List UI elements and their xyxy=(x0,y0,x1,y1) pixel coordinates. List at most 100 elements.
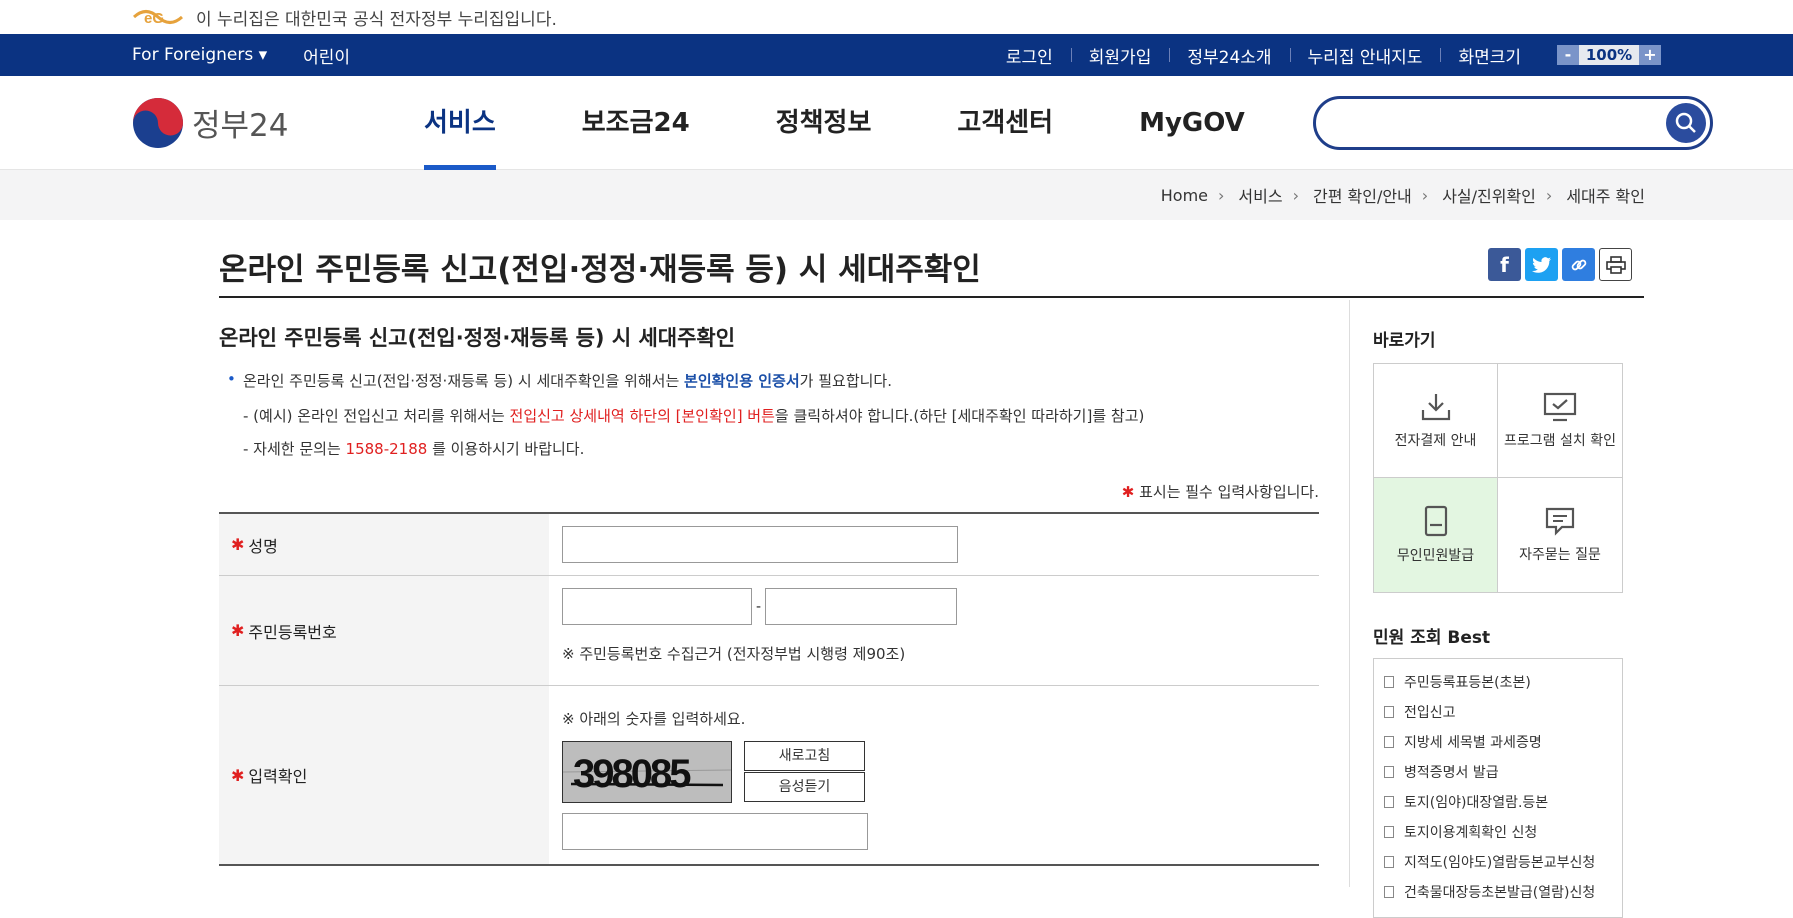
share-buttons: f xyxy=(1484,248,1632,281)
sitemap-link[interactable]: 누리집 안내지도 xyxy=(1289,43,1441,68)
print-icon[interactable] xyxy=(1599,248,1632,281)
contact-note-text: - 자세한 문의는 xyxy=(243,440,346,458)
captcha-image: 398085 xyxy=(562,741,732,803)
breadcrumb: Home › 서비스 › 간편 확인/안내 › 사실/진위확인 › 세대주 확인 xyxy=(0,170,1793,220)
menu-customer-center[interactable]: 고객센터 xyxy=(957,76,1053,170)
search-button[interactable] xyxy=(1666,103,1706,143)
brand-logo[interactable]: 정부24 xyxy=(132,97,424,149)
required-asterisk-icon: ✱ xyxy=(231,535,245,554)
sidebar: 바로가기 전자결제 안내 프로그램 설치 확인 무인민원발급 자주묻는 질문 민… xyxy=(1373,300,1623,918)
rrn-dash: - xyxy=(756,598,762,615)
chevron-right-icon: › xyxy=(1218,185,1225,205)
breadcrumb-home[interactable]: Home xyxy=(1161,186,1208,205)
quick-kiosk-label: 무인민원발급 xyxy=(1396,548,1475,564)
example-note-end: 을 클릭하셔야 합니다.(하단 [세대주확인 따라하기]를 참고) xyxy=(774,407,1145,425)
captcha-input[interactable] xyxy=(562,813,868,850)
top-utility-bar: For Foreigners ▾ 어린이 로그인 회원가입 정부24소개 누리집… xyxy=(0,34,1793,76)
document-icon xyxy=(1384,796,1394,808)
svg-text:eG: eG xyxy=(144,10,164,27)
quick-payment-guide[interactable]: 전자결제 안내 xyxy=(1374,364,1498,478)
for-foreigners-link[interactable]: For Foreigners ▾ xyxy=(132,45,267,65)
brand-name: 정부24 xyxy=(192,108,289,144)
menu-policy[interactable]: 정책정보 xyxy=(776,76,872,170)
chevron-right-icon: › xyxy=(1421,185,1429,205)
quick-links: 전자결제 안내 프로그램 설치 확인 무인민원발급 자주묻는 질문 xyxy=(1373,363,1623,593)
gov-banner-text: 이 누리집은 대한민국 공식 전자정부 누리집입니다. xyxy=(196,9,557,30)
name-label: ✱ 성명 xyxy=(219,514,549,575)
best-list: 주민등록표등본(초본) 전입신고 지방세 세목별 과세증명 병적증명서 발급 토… xyxy=(1373,658,1623,918)
search-input[interactable] xyxy=(1336,99,1666,145)
list-item-label: 토지이용계획확인 신청 xyxy=(1404,825,1538,841)
list-item[interactable]: 토지(임야)대장열람.등본 xyxy=(1384,787,1612,817)
list-item[interactable]: 지방세 세목별 과세증명 xyxy=(1384,727,1612,757)
chat-bubble-icon xyxy=(1545,507,1575,536)
rrn-label-text: 주민등록번호 xyxy=(248,622,337,642)
captcha-label: ✱ 입력확인 xyxy=(219,686,549,864)
rrn-front-input[interactable] xyxy=(562,588,752,625)
menu-subsidy[interactable]: 보조금24 xyxy=(582,76,690,170)
facebook-icon[interactable]: f xyxy=(1488,248,1521,281)
example-note: - (예시) 온라인 전입신고 처리를 위해서는 전입신고 상세내역 하단의 [… xyxy=(219,405,1319,426)
quick-faq-label: 자주묻는 질문 xyxy=(1519,547,1601,563)
zoom-out-button[interactable]: - xyxy=(1557,45,1579,65)
document-icon xyxy=(1384,826,1394,838)
egov-logo-icon: eG xyxy=(132,10,184,27)
info-text-end: 가 필요합니다. xyxy=(799,372,892,390)
zoom-level: 100% xyxy=(1579,45,1639,65)
signup-link[interactable]: 회원가입 xyxy=(1070,43,1170,68)
rrn-back-input[interactable] xyxy=(765,588,958,625)
quick-program-install-label: 프로그램 설치 확인 xyxy=(1504,432,1616,449)
breadcrumb-verification[interactable]: 사실/진위확인 xyxy=(1442,183,1536,207)
name-input[interactable] xyxy=(562,526,958,563)
menu-mygov[interactable]: MyGOV xyxy=(1139,76,1245,170)
breadcrumb-current: 세대주 확인 xyxy=(1566,187,1645,206)
main-nav: 정부24 서비스 보조금24 정책정보 고객센터 MyGOV xyxy=(0,76,1793,170)
search-box xyxy=(1313,96,1713,150)
quick-faq[interactable]: 자주묻는 질문 xyxy=(1498,478,1622,592)
contact-phone: 1588-2188 xyxy=(345,440,428,458)
zoom-control: - 100% + xyxy=(1557,45,1661,65)
sidebar-divider xyxy=(1349,300,1350,887)
kiosk-icon xyxy=(1424,505,1447,537)
breadcrumb-service[interactable]: 서비스 xyxy=(1238,183,1282,207)
twitter-icon[interactable] xyxy=(1525,248,1558,281)
form-row-captcha: ✱ 입력확인 ※ 아래의 숫자를 입력하세요. 398085 새로고침 음성듣기 xyxy=(219,686,1319,866)
list-item[interactable]: 전입신고 xyxy=(1384,697,1612,727)
list-item-label: 병적증명서 발급 xyxy=(1404,765,1499,781)
about-link[interactable]: 정부24소개 xyxy=(1169,43,1289,68)
list-item[interactable]: 주민등록표등본(초본) xyxy=(1384,667,1612,697)
info-text: 온라인 주민등록 신고(전입·정정·재등록 등) 시 세대주확인을 위해서는 xyxy=(243,372,685,390)
quick-kiosk[interactable]: 무인민원발급 xyxy=(1374,478,1498,592)
download-icon xyxy=(1421,393,1450,420)
section-title: 온라인 주민등록 신고(전입·정정·재등록 등) 시 세대주확인 xyxy=(219,326,736,350)
captcha-text: 398085 xyxy=(573,752,691,796)
monitor-check-icon xyxy=(1543,392,1577,421)
main-content: 온라인 주민등록 신고(전입·정정·재등록 등) 시 세대주확인 온라인 주민등… xyxy=(219,300,1319,866)
captcha-refresh-button[interactable]: 새로고침 xyxy=(744,741,865,771)
captcha-hint: ※ 아래의 숫자를 입력하세요. xyxy=(562,710,746,728)
required-note-text: 표시는 필수 입력사항입니다. xyxy=(1139,483,1319,501)
link-icon[interactable] xyxy=(1562,248,1595,281)
list-item[interactable]: 건축물대장등초본발급(열람)신청 xyxy=(1384,877,1612,907)
list-item[interactable]: 병적증명서 발급 xyxy=(1384,757,1612,787)
list-item[interactable]: 지적도(임야도)열람등본교부신청 xyxy=(1384,847,1612,877)
document-icon xyxy=(1384,856,1394,868)
taegeuk-logo-icon xyxy=(133,97,183,148)
captcha-audio-button[interactable]: 음성듣기 xyxy=(744,772,865,802)
list-item-label: 전입신고 xyxy=(1404,705,1456,721)
required-asterisk-icon: ✱ xyxy=(231,621,245,640)
list-item-label: 지방세 세목별 과세증명 xyxy=(1404,735,1542,751)
gov-banner: eG 이 누리집은 대한민국 공식 전자정부 누리집입니다. xyxy=(0,0,1793,34)
document-icon xyxy=(1384,706,1394,718)
contact-note-end: 를 이용하시기 바랍니다. xyxy=(427,440,585,458)
zoom-in-button[interactable]: + xyxy=(1639,45,1661,65)
menu-service[interactable]: 서비스 xyxy=(424,76,496,170)
breadcrumb-easy-check[interactable]: 간편 확인/안내 xyxy=(1313,183,1412,207)
search-icon xyxy=(1675,112,1696,133)
login-link[interactable]: 로그인 xyxy=(988,43,1071,68)
list-item[interactable]: 토지이용계획확인 신청 xyxy=(1384,817,1612,847)
kids-link[interactable]: 어린이 xyxy=(303,43,350,68)
quick-payment-guide-label: 전자결제 안내 xyxy=(1394,432,1477,449)
quick-program-install[interactable]: 프로그램 설치 확인 xyxy=(1498,364,1622,478)
document-icon xyxy=(1384,766,1394,778)
